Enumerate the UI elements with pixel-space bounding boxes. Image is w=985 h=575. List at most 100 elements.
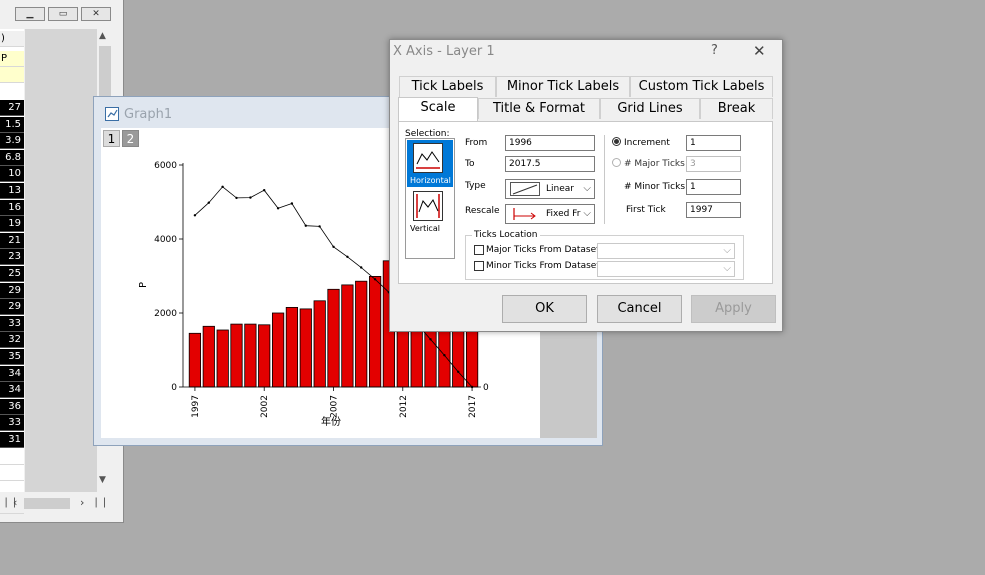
- x-tick-label: 2017: [468, 395, 478, 418]
- tab-tick-labels[interactable]: Tick Labels: [399, 76, 496, 97]
- table-cell[interactable]: 29: [0, 299, 24, 316]
- line-point-2008: [346, 255, 349, 258]
- chevron-down-icon: ⌵: [583, 183, 591, 194]
- table-cell[interactable]: 33: [0, 415, 24, 432]
- line-point-2001: [249, 196, 252, 199]
- column-header[interactable]: ): [0, 31, 24, 47]
- bar-1999: [216, 329, 229, 388]
- worksheet-column: ) P 27 1.5 3.9 6.8 10 13 16 19 21 23 25 29 29 33 32 35 34 3…: [0, 29, 24, 515]
- selection-item-horizontal[interactable]: Horizontal: [407, 140, 453, 187]
- rescale-select[interactable]: Fixed Fr ⌵: [505, 204, 595, 224]
- tab-title-format[interactable]: Title & Format: [478, 98, 600, 119]
- horizontal-scrollbar[interactable]: ❘❘ ‹ › ❘❘: [0, 495, 113, 512]
- minimize-button[interactable]: ▁: [15, 7, 45, 21]
- vertical-axis-icon[interactable]: [413, 191, 443, 221]
- table-cell[interactable]: 27: [0, 100, 24, 116]
- linear-scale-icon: [510, 182, 540, 196]
- minor-ticks-input[interactable]: 1: [686, 179, 741, 195]
- tab-custom-tick-labels[interactable]: Custom Tick Labels: [630, 76, 773, 97]
- bar-2008: [341, 284, 354, 388]
- table-cell[interactable]: 34: [0, 382, 24, 399]
- type-select[interactable]: Linear ⌵: [505, 179, 595, 199]
- chevron-down-icon: ⌵: [723, 245, 731, 256]
- ticks-location-label: Ticks Location: [472, 230, 540, 240]
- split-handle-icon[interactable]: ❘❘: [92, 497, 109, 508]
- minor-ticks-from-dataset-checkbox[interactable]: [474, 261, 484, 271]
- line-point-2010: [373, 278, 377, 281]
- major-ticks-label: # Major Ticks: [624, 159, 685, 169]
- table-cell[interactable]: 36: [0, 398, 24, 415]
- scroll-down-icon[interactable]: ▼: [99, 475, 106, 485]
- scroll-up-icon[interactable]: ▲: [99, 31, 106, 41]
- table-cell[interactable]: [0, 465, 24, 482]
- column-meta-row[interactable]: [0, 67, 24, 83]
- table-cell[interactable]: 33: [0, 315, 24, 332]
- increment-radio[interactable]: [612, 137, 621, 146]
- x-axis-dialog: X Axis - Layer 1 ? ✕ Tick Labels Minor T…: [389, 39, 783, 332]
- major-ticks-radio[interactable]: [612, 158, 621, 167]
- vertical-scroll-thumb[interactable]: [99, 46, 111, 96]
- table-cell[interactable]: 10: [0, 166, 24, 183]
- tab-break[interactable]: Break: [700, 98, 773, 119]
- rescale-label: Rescale: [465, 206, 500, 216]
- help-icon[interactable]: ?: [711, 43, 718, 58]
- table-cell[interactable]: 1.5: [0, 116, 24, 133]
- from-input[interactable]: 1996: [505, 135, 595, 151]
- table-cell[interactable]: 3.9: [0, 133, 24, 150]
- table-cell[interactable]: 35: [0, 349, 24, 365]
- graph-window-icon: [105, 107, 119, 121]
- table-cell[interactable]: 19: [0, 216, 24, 233]
- to-input[interactable]: 2017.5: [505, 156, 595, 172]
- line-point-2003: [276, 207, 280, 210]
- selection-list[interactable]: Horizontal Vertical: [405, 138, 455, 259]
- close-icon[interactable]: ✕: [753, 42, 766, 60]
- table-cell[interactable]: 21: [0, 232, 24, 249]
- bar-2004: [285, 306, 298, 388]
- table-cell[interactable]: [0, 449, 24, 465]
- ok-button[interactable]: OK: [502, 295, 587, 323]
- close-button[interactable]: ✕: [81, 7, 111, 21]
- bar-1997: [188, 332, 201, 388]
- tab-scale[interactable]: Scale: [398, 97, 478, 121]
- x-tick-label: 2012: [399, 395, 409, 418]
- line-point-1997: [193, 214, 197, 217]
- bar-2003: [271, 312, 285, 388]
- table-cell[interactable]: 32: [0, 332, 24, 349]
- bar-1998: [202, 325, 215, 388]
- table-cell[interactable]: 31: [0, 432, 24, 448]
- table-cell[interactable]: 6.8: [0, 149, 24, 166]
- scroll-left-icon[interactable]: ‹: [13, 496, 17, 509]
- bar-2010: [368, 275, 382, 388]
- restore-button[interactable]: ▭: [48, 7, 78, 21]
- line-point-2016: [457, 370, 460, 373]
- worksheet-empty-area: [25, 29, 97, 492]
- table-cell[interactable]: 34: [0, 365, 24, 382]
- table-cell[interactable]: 16: [0, 199, 24, 216]
- column-meta-row[interactable]: P: [0, 51, 24, 67]
- increment-label: Increment: [624, 138, 670, 148]
- tab-minor-tick-labels[interactable]: Minor Tick Labels: [496, 76, 630, 97]
- tab-grid-lines[interactable]: Grid Lines: [600, 98, 700, 119]
- cancel-button[interactable]: Cancel: [597, 295, 682, 323]
- horizontal-scroll-thumb[interactable]: [24, 498, 70, 509]
- minor-ticks-from-dataset-label: Minor Ticks From Dataset: [486, 261, 600, 271]
- major-ticks-from-dataset-checkbox[interactable]: [474, 245, 484, 255]
- line-point-2014: [429, 338, 432, 341]
- minor-ticks-label: # Minor Ticks: [624, 182, 686, 192]
- scroll-right-icon[interactable]: ›: [80, 496, 84, 509]
- dialog-title: X Axis - Layer 1: [393, 44, 495, 59]
- major-ticks-input[interactable]: 3: [686, 156, 741, 172]
- table-cell[interactable]: 25: [0, 266, 24, 282]
- table-cell[interactable]: 23: [0, 249, 24, 266]
- table-cell[interactable]: 13: [0, 183, 24, 199]
- first-tick-input[interactable]: 1997: [686, 202, 741, 218]
- rescale-select-value: Fixed Fr: [546, 209, 581, 219]
- horizontal-axis-icon: [413, 143, 443, 173]
- apply-button[interactable]: Apply: [691, 295, 776, 323]
- table-cell[interactable]: 29: [0, 282, 24, 299]
- line-point-1999: [221, 185, 224, 188]
- minor-dataset-select[interactable]: ⌵: [597, 261, 735, 277]
- major-dataset-select[interactable]: ⌵: [597, 243, 735, 259]
- increment-input[interactable]: 1: [686, 135, 741, 151]
- bar-2009: [355, 280, 368, 388]
